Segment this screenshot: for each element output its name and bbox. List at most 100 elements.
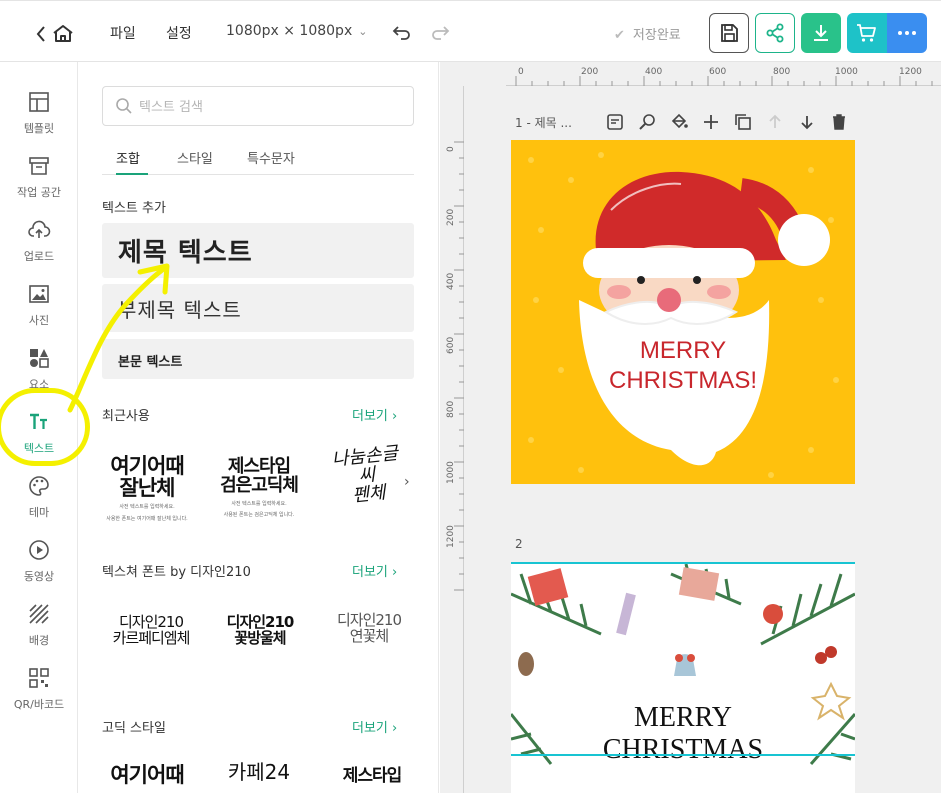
ruler-label: 200 xyxy=(446,208,456,226)
texture-section-title: 텍스쳐 폰트 by 디자인210 xyxy=(102,565,251,580)
undo-button[interactable] xyxy=(392,23,412,43)
chevron-right-icon: › xyxy=(392,721,398,736)
plus-icon[interactable] xyxy=(701,112,721,132)
font-preset-card[interactable]: 디자인210 카르페디엠체 xyxy=(101,614,201,647)
share-button[interactable] xyxy=(755,13,795,53)
add-title-text-button[interactable]: 제목 텍스트 xyxy=(102,223,414,278)
page2-text-line1: MERRY xyxy=(633,702,733,733)
redo-icon xyxy=(432,26,450,40)
save-status-text: 저장완료 xyxy=(632,28,681,43)
page2-merry-christmas[interactable]: MERRY CHRISTMAS xyxy=(511,702,855,766)
font-preset-card[interactable]: 카페24 xyxy=(209,762,309,783)
sidebar-item-label: 동영상 xyxy=(23,570,55,583)
sidebar-item-video[interactable]: 동영상 xyxy=(0,538,78,598)
text-search-input[interactable] xyxy=(139,95,399,119)
redo-button[interactable] xyxy=(430,23,450,43)
more-button[interactable] xyxy=(887,13,927,53)
font-preset-card[interactable]: 나눔손글씨 펜체 xyxy=(324,443,409,509)
canvas-area[interactable]: 0 200 400 600 800 1000 1200 0 200 400 60… xyxy=(440,62,941,793)
add-subtitle-text-button[interactable]: 부제목 텍스트 xyxy=(102,284,414,332)
font-preset-desc: 사전 텍스트를 입력하세요. xyxy=(231,500,287,507)
ruler-label: 600 xyxy=(709,67,727,77)
font-preset-card[interactable]: 제스타입 xyxy=(322,766,422,786)
magic-wand-icon[interactable] xyxy=(637,112,657,132)
text-panel: 조합 스타일 특수문자 텍스트 추가 제목 텍스트 부제목 텍스트 본문 텍스트… xyxy=(79,62,439,793)
font-preset-card[interactable]: 디자인210 연꽃체 xyxy=(324,612,414,645)
cart-button[interactable] xyxy=(847,13,887,53)
font-preset-name: 제스타입 xyxy=(342,766,403,786)
save-button[interactable] xyxy=(709,13,749,53)
page-name[interactable]: 1 - 제목 ... xyxy=(515,114,572,131)
trash-icon[interactable] xyxy=(829,112,849,132)
ruler-label: 0 xyxy=(446,146,456,152)
add-body-text-button[interactable]: 본문 텍스트 xyxy=(102,339,414,379)
sidebar-item-background[interactable]: 배경 xyxy=(0,602,78,662)
font-preset-card[interactable]: 여기어때 xyxy=(97,764,197,786)
font-preset-name: 여기어때 xyxy=(110,454,184,478)
menu-file[interactable]: 파일 xyxy=(110,23,136,43)
font-preset-desc: 사용된 폰트는 검은고딕체 입니다. xyxy=(223,512,295,519)
font-preset-name: 검은고딕체 xyxy=(220,474,299,496)
arrow-down-icon[interactable] xyxy=(797,112,817,132)
duplicate-icon[interactable] xyxy=(733,112,753,132)
font-preset-card[interactable]: 제스타입 검은고딕체 사전 텍스트를 입력하세요. 사용된 폰트는 검은고딕체 … xyxy=(209,457,309,519)
gothic-more-label: 더보기 xyxy=(352,721,388,736)
qr-icon xyxy=(29,668,49,688)
template-icon xyxy=(29,92,49,112)
recent-more-label: 더보기 xyxy=(352,409,388,424)
font-preset-desc: 사전 텍스트를 입력하세요. xyxy=(119,504,175,511)
design-page-1[interactable]: MERRY CHRISTMAS! xyxy=(511,140,855,484)
canvas-size-dropdown[interactable]: 1080px × 1080px ⌄ xyxy=(226,23,367,39)
font-preset-name: 꽃방울체 xyxy=(234,628,286,647)
check-icon: ✔ xyxy=(614,28,625,43)
font-preset-card[interactable]: 여기어때 잘난체 사전 텍스트를 입력하세요. 사용한 폰트는 여기어때 잘난체… xyxy=(97,455,197,522)
ruler-ticks xyxy=(454,141,464,591)
undo-icon xyxy=(392,26,410,40)
arrow-up-icon[interactable] xyxy=(765,112,785,132)
photo-icon xyxy=(29,285,49,303)
page1-text-line1: MERRY xyxy=(639,337,727,364)
santa-illustration xyxy=(528,152,839,478)
sidebar-item-workspace[interactable]: 작업 공간 xyxy=(0,154,78,214)
sidebar-item-theme[interactable]: 테마 xyxy=(0,474,78,534)
paint-bucket-icon[interactable] xyxy=(669,112,689,132)
ruler-label: 1000 xyxy=(835,67,858,77)
carousel-next-button[interactable]: › xyxy=(404,474,410,490)
font-preset-card[interactable]: 디자인210 꽃방울체 xyxy=(210,614,310,647)
ruler-label: 1000 xyxy=(446,461,456,484)
memo-icon[interactable] xyxy=(605,112,625,132)
more-dots-icon xyxy=(898,31,916,35)
font-preset-name: 여기어때 xyxy=(110,763,184,787)
top-toolbar: 파일 설정 1080px × 1080px ⌄ ✔ 저장완료 xyxy=(0,0,941,62)
add-subtitle-label: 부제목 텍스트 xyxy=(118,298,242,322)
background-icon xyxy=(29,604,49,624)
gothic-more-link[interactable]: 더보기 › xyxy=(352,717,397,736)
sidebar-item-qr[interactable]: QR/바코드 xyxy=(0,666,78,726)
home-back-button[interactable] xyxy=(36,23,76,45)
font-preset-name: 카르페디엠체 xyxy=(112,628,191,647)
cart-icon xyxy=(857,24,876,42)
page1-merry-christmas[interactable]: MERRY CHRISTMAS! xyxy=(511,336,855,396)
design-page-2[interactable]: MERRY CHRISTMAS xyxy=(511,562,855,793)
sidebar-item-photo[interactable]: 사진 xyxy=(0,282,78,342)
tab-combination[interactable]: 조합 xyxy=(116,148,148,175)
ruler-label: 0 xyxy=(518,67,524,77)
text-search-box xyxy=(102,86,414,126)
texture-more-link[interactable]: 더보기 › xyxy=(352,561,397,580)
gothic-section-title: 고딕 스타일 xyxy=(102,721,166,736)
recent-more-link[interactable]: 더보기 › xyxy=(352,405,397,424)
sidebar-item-label: 테마 xyxy=(28,506,50,519)
canvas-size-value: 1080px × 1080px xyxy=(226,23,353,39)
page-toolbar: 1 - 제목 ... xyxy=(515,112,855,134)
editor-app: 파일 설정 1080px × 1080px ⌄ ✔ 저장완료 템플릿 작업 공간… xyxy=(0,0,941,793)
sidebar-item-upload[interactable]: 업로드 xyxy=(0,218,78,278)
search-icon xyxy=(116,98,132,114)
download-button[interactable] xyxy=(801,13,841,53)
selection-guide-line xyxy=(511,754,855,756)
chevron-right-icon: › xyxy=(392,409,398,424)
tab-style[interactable]: 스타일 xyxy=(177,148,213,175)
tab-special-chars[interactable]: 특수문자 xyxy=(247,148,295,175)
sidebar-item-template[interactable]: 템플릿 xyxy=(0,90,78,150)
recent-section-title: 최근사용 xyxy=(102,409,150,424)
menu-settings[interactable]: 설정 xyxy=(166,23,192,43)
